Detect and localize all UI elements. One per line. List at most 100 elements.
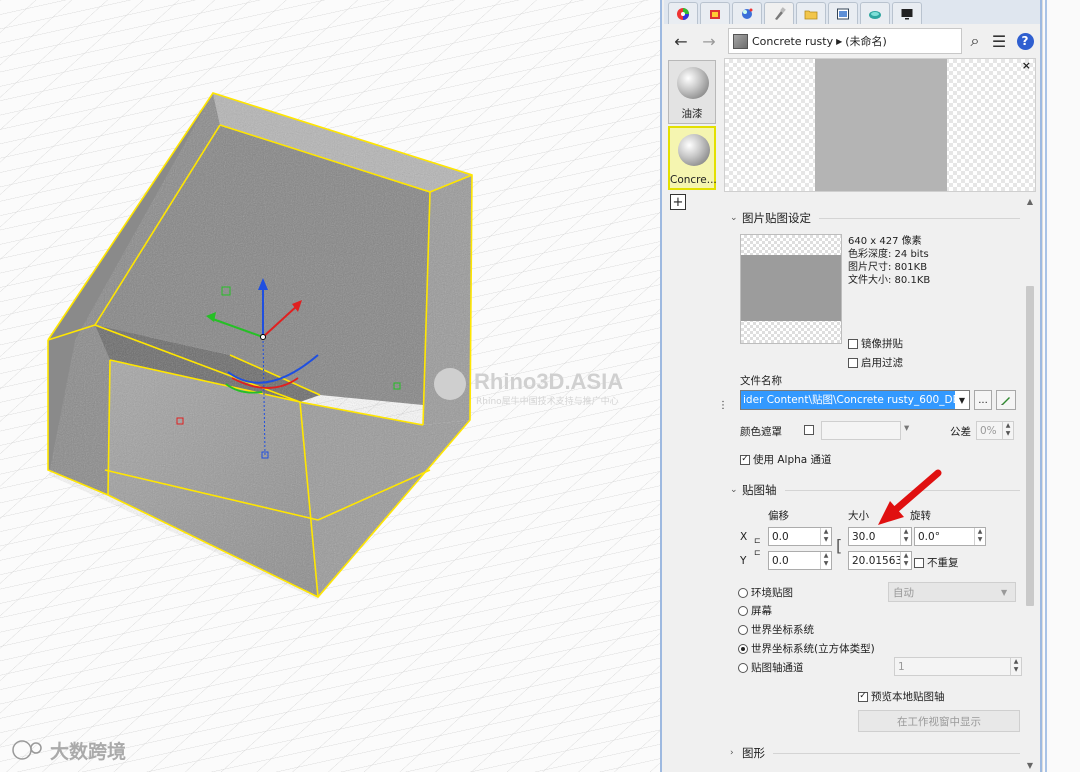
color-mask-swatch[interactable] bbox=[821, 421, 901, 440]
material-brush-icon bbox=[775, 7, 786, 20]
section-graphics[interactable]: › 图形 bbox=[730, 744, 1020, 762]
section-title: 图形 bbox=[742, 746, 765, 760]
preview-texture-image bbox=[815, 59, 947, 191]
radio-dot[interactable] bbox=[738, 624, 748, 635]
edit-image-button[interactable] bbox=[996, 390, 1016, 410]
material-item-paint[interactable]: 油漆 bbox=[668, 60, 716, 124]
pencil-icon bbox=[1001, 397, 1010, 405]
radio-dot[interactable] bbox=[738, 605, 748, 616]
checkbox-box[interactable]: ✓ bbox=[858, 691, 868, 702]
tab-display[interactable] bbox=[892, 2, 922, 24]
mode-screen-radio[interactable]: 屏幕 bbox=[738, 603, 772, 618]
tab-environment[interactable] bbox=[732, 2, 762, 24]
no-repeat-checkbox[interactable]: 不重复 bbox=[914, 555, 959, 570]
section-image-settings[interactable]: ⌄ 图片贴图设定 bbox=[730, 209, 1020, 227]
color-mask-dropdown-icon[interactable]: ▾ bbox=[904, 422, 909, 434]
radio-dot[interactable] bbox=[738, 643, 748, 654]
folder-icon bbox=[804, 10, 818, 19]
material-breadcrumb[interactable]: Concrete rusty ▶ (未命名) bbox=[728, 28, 962, 54]
tolerance-spinner[interactable]: ▲ ▼ bbox=[1002, 422, 1013, 439]
file-name-label: 文件名称 bbox=[740, 375, 782, 387]
annotation-arrow bbox=[878, 469, 942, 525]
checkbox-box[interactable] bbox=[848, 338, 858, 349]
offset-column-label: 偏移 bbox=[768, 510, 789, 522]
size-y-value[interactable]: 20.01563 bbox=[849, 555, 900, 567]
add-material-button[interactable]: + bbox=[670, 194, 686, 210]
offset-x-value[interactable]: 0.0 bbox=[769, 531, 820, 543]
tab-materials[interactable] bbox=[764, 2, 794, 25]
checkbox-box[interactable] bbox=[804, 425, 814, 435]
link-offset-icon[interactable]: ⊏ bbox=[754, 548, 761, 557]
tab-render[interactable] bbox=[700, 2, 730, 24]
checkbox-box[interactable] bbox=[848, 357, 858, 368]
use-alpha-checkbox[interactable]: ✓ 使用 Alpha 通道 bbox=[740, 452, 832, 467]
section-title: 贴图轴 bbox=[742, 483, 777, 497]
texture-icon bbox=[837, 8, 849, 19]
mapping-channel-input[interactable]: 1 ▲ ▼ bbox=[894, 657, 1022, 676]
link-offset-icon[interactable]: ⊏ bbox=[754, 536, 761, 545]
show-in-viewport-button[interactable]: 在工作视窗中显示 bbox=[858, 710, 1020, 732]
perspective-viewport[interactable]: Rhino3D.ASIA Rhino犀牛中国技术支持与推广中心 大数跨境 bbox=[0, 0, 660, 772]
search-icon[interactable]: ⌕ bbox=[964, 31, 986, 51]
scroll-down-icon[interactable]: ▼ bbox=[1024, 760, 1036, 772]
ground-plane-icon bbox=[869, 10, 881, 19]
offset-y-input[interactable]: 0.0 ▲ ▼ bbox=[768, 551, 832, 570]
breadcrumb-root[interactable]: Concrete rusty bbox=[752, 35, 833, 48]
radio-dot[interactable] bbox=[738, 662, 748, 673]
use-filter-checkbox[interactable]: 启用过滤 bbox=[848, 355, 903, 370]
mapping-channel-spinner[interactable]: ▲ ▼ bbox=[1010, 658, 1021, 675]
mode-world-cube-radio[interactable]: 世界坐标系统(立方体类型) bbox=[738, 641, 875, 656]
lock-aspect-icon[interactable]: [ bbox=[836, 536, 842, 555]
outer-window-edge bbox=[1042, 0, 1080, 772]
tolerance-input[interactable]: 0% ▲ ▼ bbox=[976, 421, 1014, 440]
menu-icon[interactable]: ☰ bbox=[988, 31, 1010, 51]
scroll-up-icon[interactable]: ▲ bbox=[1024, 196, 1036, 208]
checkbox-box[interactable] bbox=[914, 557, 924, 568]
offset-y-spinner[interactable]: ▲ ▼ bbox=[820, 552, 831, 569]
preview-local-mapping-checkbox[interactable]: ✓ 预览本地贴图轴 bbox=[858, 689, 945, 704]
file-name-combobox[interactable]: ider Content\贴图\Concrete rusty_600_DB.jp… bbox=[740, 390, 970, 410]
size-y-input[interactable]: 20.01563 ▲ ▼ bbox=[848, 551, 912, 570]
checkbox-label: 不重复 bbox=[927, 557, 959, 569]
back-button[interactable]: ← bbox=[670, 31, 692, 51]
chevron-down-icon[interactable]: ▼ bbox=[955, 391, 969, 409]
material-label: Concre... bbox=[670, 174, 717, 186]
radio-dot[interactable] bbox=[738, 587, 748, 598]
tolerance-label: 公差 bbox=[950, 426, 971, 438]
mode-environment-radio[interactable]: 环境贴图 bbox=[738, 585, 793, 600]
offset-y-value[interactable]: 0.0 bbox=[769, 555, 820, 567]
tab-textures[interactable] bbox=[828, 2, 858, 24]
tolerance-value[interactable]: 0% bbox=[977, 425, 1002, 437]
environment-mode-select[interactable]: 自动 ▼ bbox=[888, 582, 1016, 602]
environment-mode-value: 自动 bbox=[893, 586, 914, 599]
breadcrumb-child[interactable]: (未命名) bbox=[845, 33, 887, 49]
scroll-thumb[interactable] bbox=[1026, 286, 1034, 606]
forward-button[interactable]: → bbox=[698, 31, 720, 51]
monitor-icon bbox=[901, 8, 913, 19]
checkbox-box[interactable]: ✓ bbox=[740, 454, 750, 465]
offset-x-spinner[interactable]: ▲ ▼ bbox=[820, 528, 831, 545]
info-resolution: 640 x 427 像素 bbox=[848, 236, 922, 247]
splitter-handle-icon[interactable]: ⋮ bbox=[718, 400, 728, 411]
tab-files[interactable] bbox=[796, 2, 826, 24]
mapping-channel-value[interactable]: 1 bbox=[895, 661, 1010, 673]
mode-world-radio[interactable]: 世界坐标系统 bbox=[738, 622, 814, 637]
chevron-down-icon: ⌄ bbox=[730, 485, 738, 495]
material-swatch-icon bbox=[733, 33, 748, 49]
rotation-spinner[interactable]: ▲ ▼ bbox=[974, 528, 985, 545]
size-y-spinner[interactable]: ▲ ▼ bbox=[900, 552, 911, 569]
mode-channel-radio[interactable]: 贴图轴通道 bbox=[738, 660, 804, 675]
mirror-tile-checkbox[interactable]: 镜像拼贴 bbox=[848, 336, 903, 351]
editor-scrollbar[interactable]: ▲ ▼ bbox=[1024, 196, 1036, 772]
color-mask-checkbox[interactable] bbox=[804, 425, 817, 435]
material-item-concrete[interactable]: Concre... bbox=[668, 126, 717, 190]
browse-file-button[interactable]: ... bbox=[974, 390, 992, 410]
tab-ground-plane[interactable] bbox=[860, 2, 890, 24]
tab-color[interactable] bbox=[668, 2, 698, 24]
file-name-value[interactable]: ider Content\贴图\Concrete rusty_600_DB.jp… bbox=[741, 391, 955, 409]
radio-label: 贴图轴通道 bbox=[751, 662, 804, 674]
viewport-canvas[interactable]: Rhino3D.ASIA Rhino犀牛中国技术支持与推广中心 大数跨境 bbox=[0, 0, 660, 772]
offset-x-input[interactable]: 0.0 ▲ ▼ bbox=[768, 527, 832, 546]
close-preview-icon[interactable]: × bbox=[1022, 59, 1031, 72]
help-button[interactable]: ? bbox=[1014, 31, 1036, 51]
